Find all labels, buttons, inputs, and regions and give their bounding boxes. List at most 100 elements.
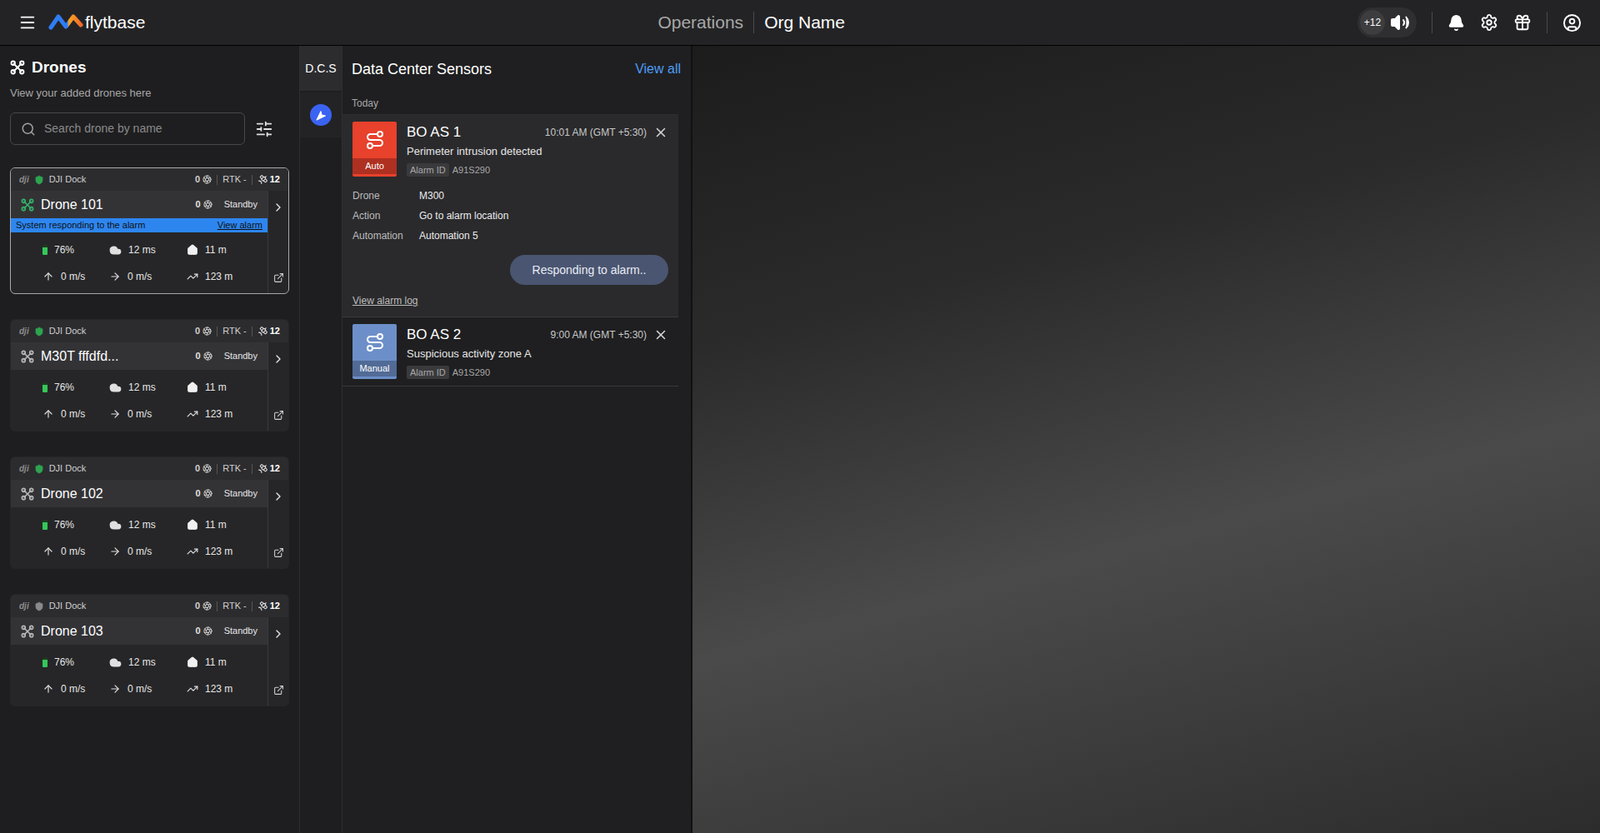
wind-icon <box>109 381 122 395</box>
top-bar: flytbase Operations Org Name +12 <box>0 0 1600 46</box>
camera-icon <box>203 200 213 210</box>
drone-search[interactable]: Search drone by name <box>10 112 245 145</box>
altitude-icon <box>186 683 199 695</box>
dji-logo: dji <box>19 173 30 186</box>
alarm-details: DroneM300ActionGo to alarm locationAutom… <box>352 188 669 244</box>
battery-icon <box>42 657 48 668</box>
external-link-icon[interactable] <box>273 685 285 696</box>
external-link-icon[interactable] <box>273 272 285 284</box>
alarm-card[interactable]: AutoBO AS 110:01 AM (GMT +5:30)Perimeter… <box>342 115 679 318</box>
rtk-status: RTK - <box>222 599 247 614</box>
user-icon[interactable] <box>1562 13 1582 33</box>
vertical-speed-icon <box>42 408 55 420</box>
flytbase-logo-icon <box>48 12 84 33</box>
chevron-right-icon[interactable] <box>271 200 285 215</box>
org-name[interactable]: Org Name <box>764 9 845 36</box>
alarm-time: 10:01 AM (GMT +5:30) <box>545 123 647 142</box>
rtk-status: RTK - <box>222 461 247 476</box>
altitude-stat: 123 m <box>186 406 268 422</box>
battery-icon <box>42 382 48 393</box>
wind-stat: 12 ms <box>109 515 187 535</box>
satellite-count: 12 <box>257 172 280 187</box>
chevron-right-icon[interactable] <box>271 352 285 366</box>
nav-separator <box>753 11 755 34</box>
alarm-strip: System responding to the alarmView alarm <box>10 218 268 233</box>
drone-name-row: M30T fffdfd...0Standby <box>10 342 268 370</box>
divider <box>251 175 253 185</box>
responding-button[interactable]: Responding to alarm.. <box>510 255 669 285</box>
thermal-feed <box>690 45 1600 833</box>
view-alarm-log-link[interactable]: View alarm log <box>352 293 669 309</box>
audio-badge: +12 <box>1360 10 1385 35</box>
satellite-icon <box>257 325 269 337</box>
drone-stats: 76%12 ms11 m0 m/s0 m/s123 m <box>10 232 268 294</box>
close-icon[interactable] <box>653 327 669 343</box>
external-link-icon[interactable] <box>273 547 285 559</box>
drone-card[interactable]: djiDJI Dock0RTK -12Drone 1030Standby76%1… <box>10 594 290 707</box>
dji-logo: dji <box>19 600 30 613</box>
gift-icon[interactable] <box>1513 13 1532 32</box>
dock-name: DJI Dock <box>49 324 87 339</box>
filter-icon[interactable] <box>255 120 274 139</box>
card-actions <box>267 342 289 431</box>
alarm-type-tile: Manual <box>352 324 397 380</box>
alarm-time: 9:00 AM (GMT +5:30) <box>550 325 648 345</box>
vertical-speed-stat: 0 m/s <box>42 406 110 422</box>
dock-count: 0 <box>195 324 212 339</box>
camera-icon <box>202 326 212 336</box>
chevron-right-icon[interactable] <box>271 627 285 641</box>
vertical-speed-icon <box>42 683 55 695</box>
drone-card[interactable]: djiDJI Dock0RTK -12Drone 1010StandbySyst… <box>10 167 290 295</box>
speaker-icon <box>1390 12 1410 33</box>
nav-title[interactable]: Operations <box>657 9 744 36</box>
gear-icon[interactable] <box>1480 13 1499 32</box>
drone-card[interactable]: djiDJI Dock0RTK -12Drone 1020Standby76%1… <box>10 456 290 570</box>
horizontal-speed-icon <box>109 545 121 558</box>
drone-name-row: Drone 1020Standby <box>10 480 268 508</box>
home-stat: 11 m <box>186 653 268 672</box>
alarm-detail-row: DroneM300 <box>352 188 669 204</box>
view-alarm-link[interactable]: View alarm <box>217 218 263 233</box>
close-icon[interactable] <box>653 125 669 140</box>
bell-icon[interactable] <box>1447 14 1465 32</box>
brand[interactable]: flytbase <box>48 9 145 36</box>
dock-shield-icon <box>34 464 45 475</box>
route-icon <box>365 332 385 353</box>
dock-row: djiDJI Dock0RTK -12 <box>10 595 289 618</box>
menu-icon[interactable] <box>18 13 37 32</box>
divider <box>251 601 253 612</box>
horizontal-speed-stat: 0 m/s <box>109 269 187 285</box>
satellite-count: 12 <box>257 461 280 476</box>
audio-pill[interactable]: +12 <box>1357 7 1417 38</box>
drone-status: Standby <box>224 624 258 639</box>
external-link-icon[interactable] <box>273 410 285 421</box>
dock-name: DJI Dock <box>49 599 87 614</box>
drone-name: Drone 102 <box>40 484 104 505</box>
alarm-name: BO AS 2 <box>406 325 461 345</box>
home-icon <box>186 381 199 394</box>
alarm-id: Alarm IDA91S290 <box>406 163 669 178</box>
altitude-icon <box>186 270 199 283</box>
drone-icon <box>20 487 35 501</box>
divider <box>216 175 218 185</box>
horizontal-speed-icon <box>109 270 121 283</box>
altitude-stat: 123 m <box>186 681 268 697</box>
status-count: 0 <box>195 349 213 364</box>
wind-stat: 12 ms <box>109 240 187 260</box>
drone-card[interactable]: djiDJI Dock0RTK -12M30T fffdfd...0Standb… <box>10 319 290 432</box>
view-all-link[interactable]: View all <box>635 59 681 80</box>
dock-shield-icon <box>34 601 45 612</box>
wind-icon <box>109 244 122 257</box>
horizontal-speed-stat: 0 m/s <box>109 681 187 697</box>
side-filter-button[interactable] <box>300 92 342 138</box>
drone-name: M30T fffdfd... <box>40 346 119 367</box>
sensors-title: Data Center Sensors <box>351 58 492 81</box>
chevron-right-icon[interactable] <box>271 490 285 504</box>
alarm-mode: Manual <box>352 360 397 377</box>
dji-logo: dji <box>19 325 30 338</box>
side-tab[interactable]: D.C.S <box>300 45 342 91</box>
drone-icon <box>20 198 35 212</box>
alarm-card[interactable]: ManualBO AS 29:00 AM (GMT +5:30)Suspicio… <box>342 317 679 387</box>
drones-title-icon <box>10 60 25 75</box>
drone-icon <box>20 350 35 364</box>
